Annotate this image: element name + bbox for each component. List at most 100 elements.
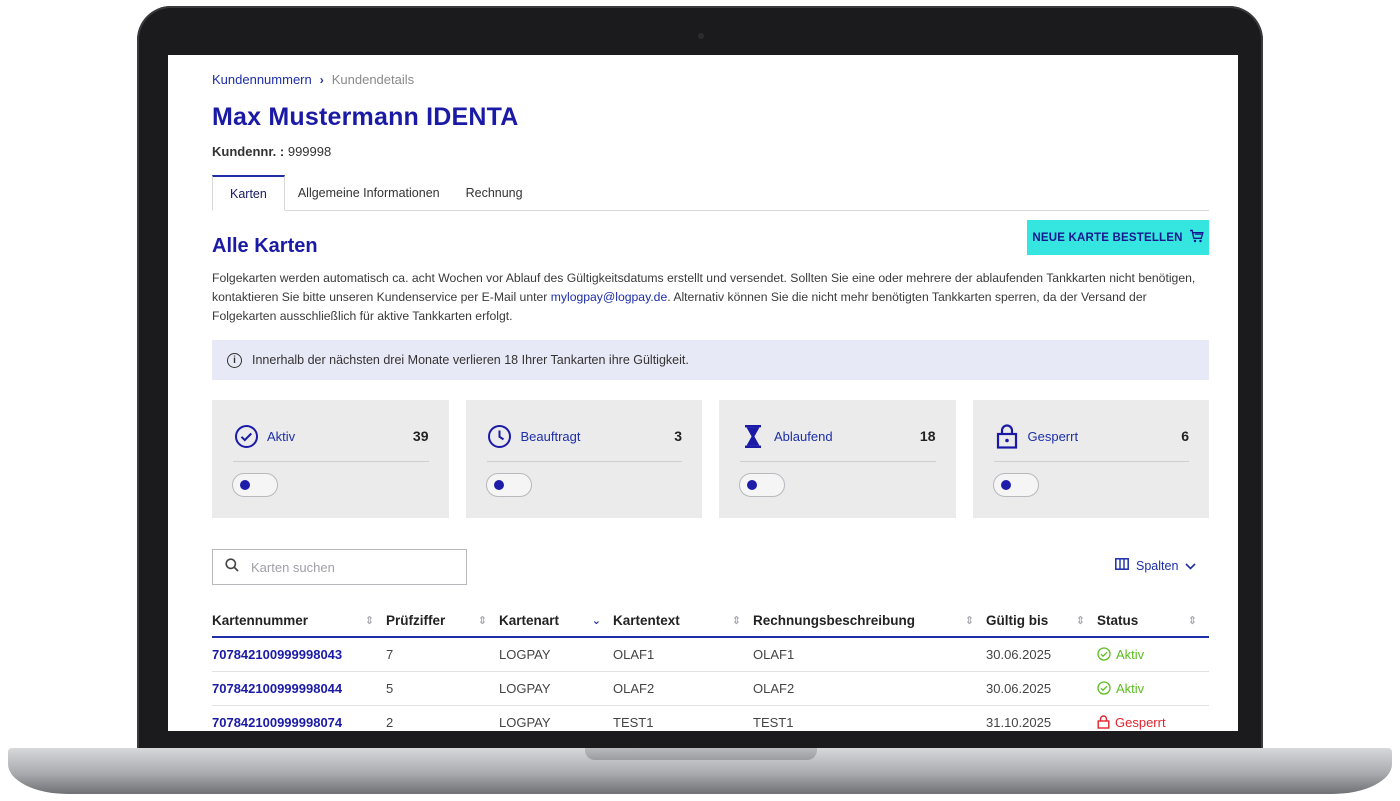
card-text: OLAF1: [613, 637, 753, 672]
page-title: Max Mustermann IDENTA: [212, 103, 519, 131]
camera: [698, 33, 704, 39]
table-row[interactable]: 707842100999998043 7 LOGPAY OLAF1 OLAF1 …: [212, 637, 1209, 672]
card-number-link[interactable]: 707842100999998043: [212, 637, 386, 672]
customer-number: Kundennr. : 999998: [212, 144, 331, 159]
card-type: LOGPAY: [499, 705, 613, 731]
check-circle-icon: [1097, 647, 1111, 661]
info-icon: i: [227, 352, 242, 368]
toggle-knob: [1000, 480, 1011, 490]
laptop-notch: [585, 748, 817, 760]
info-banner: i Innerhalb der nächsten drei Monate ver…: [212, 340, 1209, 380]
breadcrumb-link-kundennummern[interactable]: Kundennummern: [212, 72, 312, 87]
status-card-gesperrt: Gesperrt 6: [972, 400, 1209, 518]
sort-icon[interactable]: ⇕: [1188, 614, 1197, 627]
status-card-aktiv: Aktiv 39: [212, 400, 449, 518]
column-header-pruefziffer[interactable]: Prüfziffer ⇕: [386, 605, 499, 638]
section-description: Folgekarten werden automatisch ca. acht …: [212, 269, 1212, 326]
search-box: [212, 549, 467, 585]
sort-descending-icon[interactable]: ⌄: [592, 614, 601, 627]
card-number-link[interactable]: 707842100999998044: [212, 671, 386, 706]
sort-icon[interactable]: ⇕: [732, 614, 741, 627]
card-type: LOGPAY: [499, 637, 613, 672]
filter-toggle-beauftragt[interactable]: [485, 473, 532, 497]
status-card-count: 39: [412, 428, 429, 444]
check-digit: 2: [386, 705, 499, 731]
info-banner-text: Innerhalb der nächsten drei Monate verli…: [252, 353, 689, 367]
lock-icon: [1097, 715, 1110, 729]
toggle-knob: [747, 480, 757, 490]
divider: [233, 461, 429, 462]
tab-allgemeine-informationen[interactable]: Allgemeine Informationen: [285, 175, 453, 211]
filter-toggle-aktiv[interactable]: [232, 473, 278, 497]
check-digit: 5: [386, 671, 499, 706]
lock-icon: [994, 423, 1020, 449]
check-circle-icon: [1097, 681, 1111, 695]
table-row[interactable]: 707842100999998074 2 LOGPAY TEST1 TEST1 …: [212, 705, 1209, 731]
customer-number-label: Kundennr. :: [212, 144, 285, 159]
columns-button[interactable]: Spalten: [1115, 558, 1196, 573]
customer-number-value: 999998: [287, 144, 332, 159]
order-new-card-button[interactable]: NEUE KARTE BESTELLEN: [1027, 220, 1209, 255]
cart-icon: [1189, 229, 1204, 246]
sort-icon[interactable]: ⇕: [478, 614, 487, 627]
tab-karten[interactable]: Karten: [212, 175, 285, 211]
screen: Kundennummern › Kundendetails Max Muster…: [168, 55, 1238, 731]
status-card-label: Aktiv: [267, 428, 296, 444]
support-email-link[interactable]: mylogpay@logpay.de: [551, 290, 667, 304]
search-input[interactable]: [251, 559, 441, 575]
section-title: Alle Karten: [212, 235, 318, 257]
chevron-right-icon: ›: [319, 72, 324, 87]
billing-description: OLAF2: [753, 671, 986, 706]
order-new-card-label: NEUE KARTE BESTELLEN: [1032, 231, 1183, 244]
status-text: Aktiv: [1116, 646, 1145, 662]
sort-icon[interactable]: ⇕: [1076, 614, 1085, 627]
breadcrumb: Kundennummern › Kundendetails: [212, 72, 414, 87]
status-card-label: Gesperrt: [1027, 428, 1079, 444]
valid-until: 30.06.2025: [986, 637, 1097, 672]
column-header-gueltig-bis[interactable]: Gültig bis ⇕: [986, 605, 1097, 638]
column-header-status[interactable]: Status ⇕: [1097, 605, 1209, 638]
status-card-label: Ablaufend: [774, 428, 833, 444]
card-text: TEST1: [613, 705, 753, 731]
valid-until: 30.06.2025: [986, 671, 1097, 706]
status-cards: Aktiv 39 Beauftragt 3 Ablaufend 18 Gespe…: [212, 400, 1209, 518]
status-badge: Gesperrt: [1097, 705, 1209, 731]
status-card-count: 18: [919, 428, 936, 444]
status-text: Gesperrt: [1115, 714, 1166, 730]
status-card-count: 6: [1181, 428, 1189, 444]
search-icon: [225, 557, 239, 577]
card-text: OLAF2: [613, 671, 753, 706]
table-row[interactable]: 707842100999998044 5 LOGPAY OLAF2 OLAF2 …: [212, 671, 1209, 706]
filter-toggle-gesperrt[interactable]: [992, 473, 1039, 497]
status-card-ablaufend: Ablaufend 18: [719, 400, 956, 518]
divider: [993, 461, 1189, 462]
filter-toggle-ablaufend[interactable]: [739, 473, 785, 497]
tab-bar: Karten Allgemeine Informationen Rechnung: [212, 175, 1209, 211]
status-card-count: 3: [674, 428, 682, 444]
status-badge: Aktiv: [1097, 671, 1209, 706]
divider: [740, 461, 936, 462]
breadcrumb-current: Kundendetails: [331, 72, 415, 87]
hourglass-icon: [740, 423, 766, 449]
card-number-link[interactable]: 707842100999998074: [212, 705, 386, 731]
status-card-beauftragt: Beauftragt 3: [465, 400, 702, 518]
chevron-down-icon: [1185, 559, 1196, 573]
status-card-label: Beauftragt: [520, 428, 581, 444]
check-circle-icon: [233, 423, 259, 449]
table-header-row: Kartennummer ⇕ Prüfziffer ⇕ Kartenart ⌄ Kar…: [212, 605, 1209, 638]
divider: [486, 461, 682, 462]
check-digit: 7: [386, 637, 499, 672]
status-badge: Aktiv: [1097, 637, 1209, 672]
columns-label: Spalten: [1136, 558, 1179, 573]
sort-icon[interactable]: ⇕: [365, 614, 374, 627]
clock-icon: [487, 423, 513, 449]
column-header-kartennummer[interactable]: Kartennummer ⇕: [212, 605, 386, 638]
column-header-kartentext[interactable]: Kartentext ⇕: [613, 605, 753, 638]
sort-icon[interactable]: ⇕: [965, 614, 974, 627]
card-type: LOGPAY: [499, 671, 613, 706]
screen-bezel: [168, 731, 1238, 743]
tab-rechnung[interactable]: Rechnung: [453, 175, 536, 211]
column-header-rechnungsbeschreibung[interactable]: Rechnungsbeschreibung ⇕: [753, 605, 986, 638]
column-header-kartenart[interactable]: Kartenart ⌄: [499, 605, 613, 638]
valid-until: 31.10.2025: [986, 705, 1097, 731]
